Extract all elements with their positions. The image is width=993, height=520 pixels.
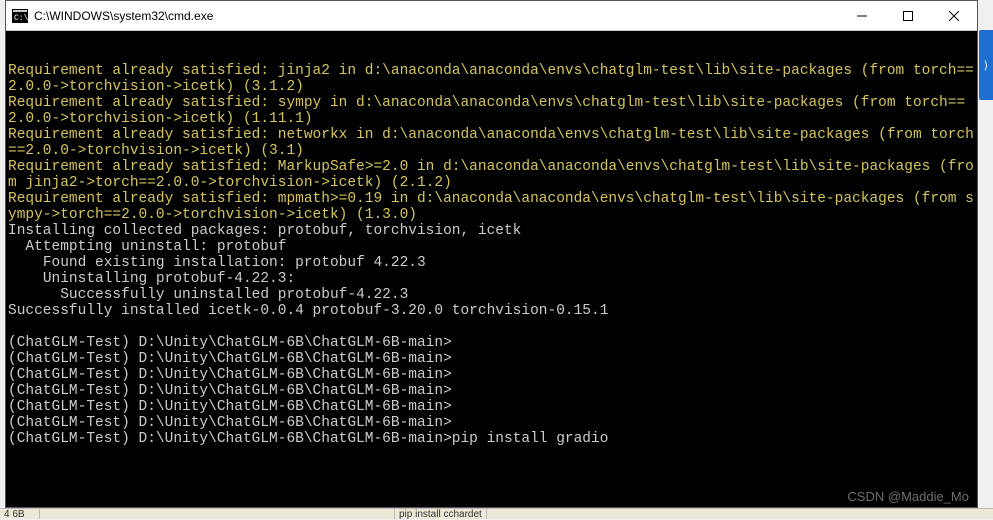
terminal-area[interactable]: Requirement already satisfied: jinja2 in… — [6, 31, 977, 507]
terminal-line: Requirement already satisfied: jinja2 in… — [8, 63, 975, 95]
statusbar-cmd: pip install cchardet — [395, 509, 487, 519]
svg-text:C:\: C:\ — [14, 14, 28, 23]
titlebar[interactable]: C:\ C:\WINDOWS\system32\cmd.exe — [6, 1, 977, 31]
prompt-line: (ChatGLM-Test) D:\Unity\ChatGLM-6B\ChatG… — [8, 431, 975, 447]
terminal-line: Attempting uninstall: protobuf — [8, 239, 975, 255]
statusbar-spacer — [40, 509, 395, 519]
terminal-line: Requirement already satisfied: sympy in … — [8, 95, 975, 127]
terminal-line: Successfully installed icetk-0.0.4 proto… — [8, 303, 975, 319]
prompt-line: (ChatGLM-Test) D:\Unity\ChatGLM-6B\ChatG… — [8, 367, 975, 383]
terminal-line: Successfully uninstalled protobuf-4.22.3 — [8, 287, 975, 303]
prompt-line: (ChatGLM-Test) D:\Unity\ChatGLM-6B\ChatG… — [8, 351, 975, 367]
prompt-line: (ChatGLM-Test) D:\Unity\ChatGLM-6B\ChatG… — [8, 415, 975, 431]
close-button[interactable] — [931, 1, 977, 30]
prompt-line: (ChatGLM-Test) D:\Unity\ChatGLM-6B\ChatG… — [8, 383, 975, 399]
prompt-line: (ChatGLM-Test) D:\Unity\ChatGLM-6B\ChatG… — [8, 399, 975, 415]
terminal-line: Requirement already satisfied: mpmath>=0… — [8, 191, 975, 223]
terminal-line: Found existing installation: protobuf 4.… — [8, 255, 975, 271]
statusbar-left: 4 6B — [0, 509, 40, 519]
terminal-line: Requirement already satisfied: MarkupSaf… — [8, 159, 975, 191]
statusbar: 4 6B pip install cchardet — [0, 508, 993, 519]
terminal-line — [8, 319, 975, 335]
watermark: CSDN @Maddie_Mo — [847, 489, 969, 505]
side-tab-icon: ⟩ — [984, 59, 988, 72]
side-tab[interactable]: ⟩ — [979, 30, 993, 100]
terminal-line: Installing collected packages: protobuf,… — [8, 223, 975, 239]
maximize-button[interactable] — [885, 1, 931, 30]
minimize-button[interactable] — [839, 1, 885, 30]
window-controls — [839, 1, 977, 30]
terminal-line: Uninstalling protobuf-4.22.3: — [8, 271, 975, 287]
cmd-icon: C:\ — [12, 9, 28, 23]
terminal-line: Requirement already satisfied: networkx … — [8, 127, 975, 159]
window-title: C:\WINDOWS\system32\cmd.exe — [34, 9, 839, 23]
prompt-line: (ChatGLM-Test) D:\Unity\ChatGLM-6B\ChatG… — [8, 335, 975, 351]
cmd-window: C:\ C:\WINDOWS\system32\cmd.exe Requirem… — [5, 0, 978, 508]
